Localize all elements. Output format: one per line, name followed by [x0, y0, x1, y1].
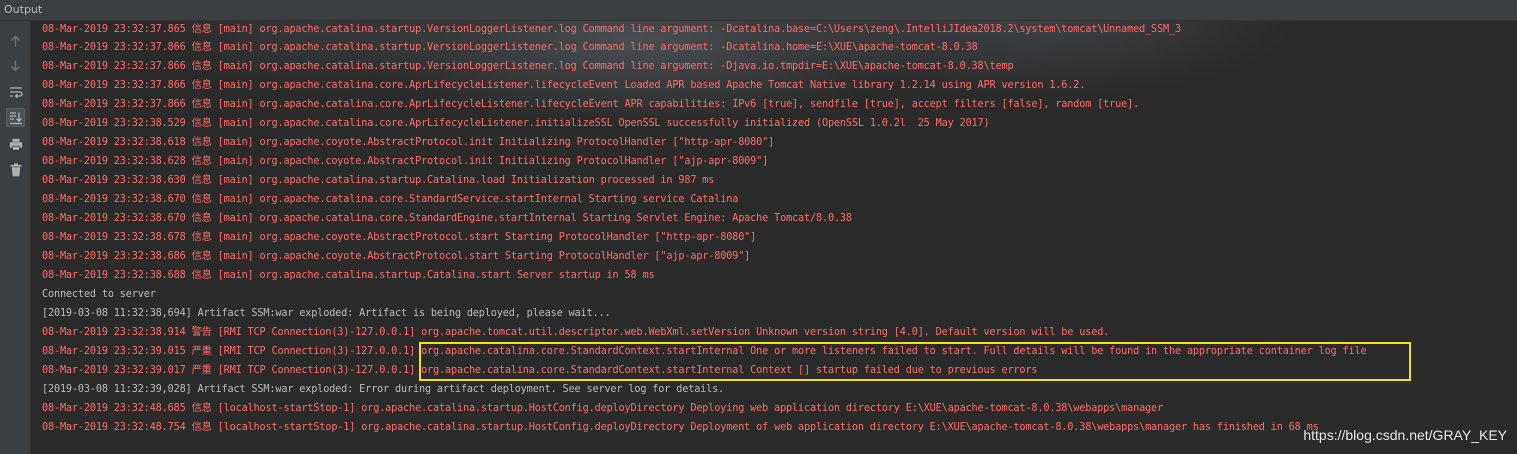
log-line: 08-Mar-2019 23:32:37.866 信息 [main] org.a…	[42, 61, 1014, 72]
console-output[interactable]: 08-Mar-2019 23:32:37.865 信息 [main] org.a…	[31, 21, 1517, 454]
log-line: 08-Mar-2019 23:32:37.866 信息 [main] org.a…	[42, 80, 1086, 91]
log-line: 08-Mar-2019 23:32:39.017 严重 [RMI TCP Con…	[42, 365, 1038, 376]
arrow-up-icon	[11, 35, 20, 47]
log-line: Connected to server	[42, 289, 156, 300]
scroll-to-end-icon	[9, 111, 22, 124]
soft-wrap-button[interactable]	[6, 83, 25, 102]
watermark: https://blog.csdn.net/GRAY_KEY	[1303, 427, 1507, 443]
arrow-down-icon	[11, 60, 20, 72]
log-line: 08-Mar-2019 23:32:37.866 信息 [main] org.a…	[42, 42, 978, 53]
output-title-bar: Output	[0, 0, 1517, 21]
output-window: Output 08-Mar-2019 23:32:37.865 信息 [main…	[0, 0, 1517, 454]
output-title: Output	[4, 3, 43, 16]
clear-all-button[interactable]	[6, 160, 25, 179]
log-line: 08-Mar-2019 23:32:38.670 信息 [main] org.a…	[42, 194, 739, 205]
log-line: 08-Mar-2019 23:32:38.670 信息 [main] org.a…	[42, 213, 852, 224]
log-line: 08-Mar-2019 23:32:38.630 信息 [main] org.a…	[42, 175, 715, 186]
log-line: 08-Mar-2019 23:32:38.618 信息 [main] org.a…	[42, 137, 775, 148]
log-line: 08-Mar-2019 23:32:37.866 信息 [main] org.a…	[42, 99, 1140, 110]
scroll-to-end-button[interactable]	[6, 108, 25, 127]
log-line: 08-Mar-2019 23:32:38.914 警告 [RMI TCP Con…	[42, 327, 1110, 338]
print-button[interactable]	[6, 135, 25, 154]
log-line: 08-Mar-2019 23:32:48.685 信息 [localhost-s…	[42, 403, 1164, 414]
print-icon	[9, 138, 22, 151]
log-line: [2019-03-08 11:32:39,028] Artifact SSM:w…	[42, 384, 725, 395]
scroll-up-button[interactable]	[6, 32, 25, 51]
log-line: [2019-03-08 11:32:38,694] Artifact SSM:w…	[42, 308, 611, 319]
log-line: 08-Mar-2019 23:32:38.678 信息 [main] org.a…	[42, 232, 757, 243]
log-line: 08-Mar-2019 23:32:37.865 信息 [main] org.a…	[42, 24, 1181, 35]
scroll-down-button[interactable]	[6, 56, 25, 75]
log-line: 08-Mar-2019 23:32:38.529 信息 [main] org.a…	[42, 118, 990, 129]
log-line: 08-Mar-2019 23:32:38.686 信息 [main] org.a…	[42, 251, 751, 262]
log-line: 08-Mar-2019 23:32:48.754 信息 [localhost-s…	[42, 422, 1319, 433]
trash-icon	[10, 163, 21, 176]
log-line: 08-Mar-2019 23:32:38.628 信息 [main] org.a…	[42, 156, 769, 167]
soft-wrap-icon	[9, 87, 23, 99]
log-line: 08-Mar-2019 23:32:38.688 信息 [main] org.a…	[42, 270, 655, 281]
log-line: 08-Mar-2019 23:32:39.015 严重 [RMI TCP Con…	[42, 346, 1367, 357]
console-toolbar	[0, 21, 31, 454]
